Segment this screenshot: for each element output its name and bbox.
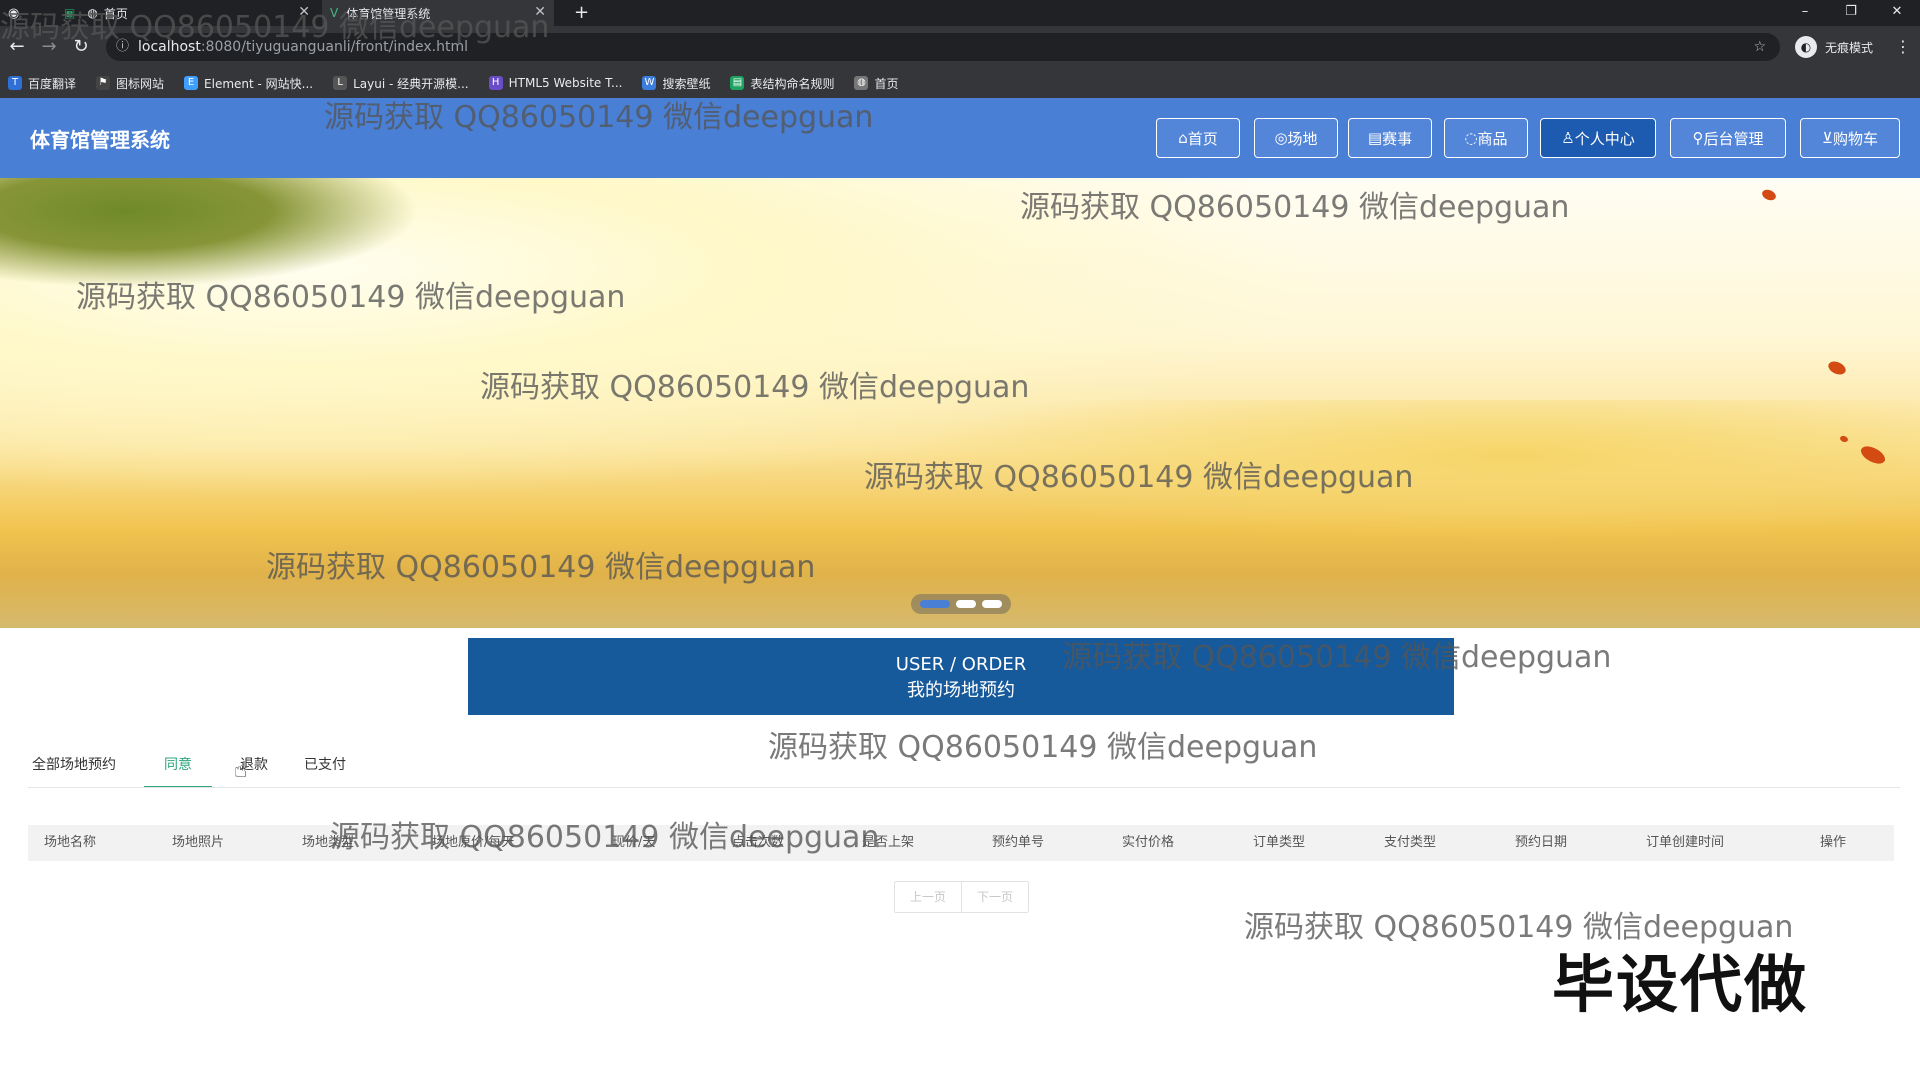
carousel-dot[interactable]: [982, 600, 1002, 608]
site-title: 体育馆管理系统: [30, 128, 170, 152]
nav-goods-button[interactable]: ◌ 商品: [1444, 118, 1528, 158]
nav-label: 后台管理: [1703, 129, 1764, 148]
carousel-dot[interactable]: [956, 600, 976, 608]
venue-icon: ◎: [1274, 129, 1288, 147]
goods-icon: ◌: [1464, 129, 1478, 147]
element-icon: E: [184, 76, 199, 90]
nav-label: 赛事: [1382, 129, 1413, 148]
tab-all-bookings[interactable]: 全部场地预约: [28, 744, 124, 786]
cart-icon: ⊻: [1822, 129, 1833, 147]
nav-cart-button[interactable]: ⊻ 购物车: [1800, 118, 1900, 158]
sheet-icon: ▤: [730, 76, 745, 90]
watermark-text: 源码获取 QQ86050149 微信deepguan: [1062, 640, 1612, 675]
nav-label: 个人中心: [1574, 129, 1635, 148]
watermark-text: 源码获取 QQ86050149 微信deepguan: [330, 820, 880, 855]
user-icon: ♙: [1561, 129, 1575, 147]
incognito-indicator[interactable]: ◐ 无痕模式: [1795, 33, 1873, 61]
wallpaper-icon: W: [642, 76, 657, 90]
minimize-button[interactable]: –: [1782, 0, 1828, 26]
window-controls: – ❐ ✕: [1782, 0, 1920, 26]
nav-label: 场地: [1287, 129, 1318, 148]
new-tab-button[interactable]: +: [574, 2, 589, 23]
nav-home-button[interactable]: ⌂ 首页: [1156, 118, 1240, 158]
nav-venue-button[interactable]: ◎ 场地: [1254, 118, 1338, 158]
bookmark-item[interactable]: H HTML5 Website T...: [488, 76, 623, 90]
bookmark-label: 表结构命名规则: [750, 76, 835, 91]
bookmark-label: 图标网站: [116, 76, 165, 91]
watermark-text: 源码获取 QQ86050149 微信deepguan: [0, 10, 550, 45]
incognito-icon: ◐: [1795, 36, 1817, 58]
watermark-text: 源码获取 QQ86050149 微信deepguan: [266, 550, 816, 585]
tab-approved[interactable]: 同意: [144, 744, 212, 788]
table-column-header: 订单类型: [1253, 835, 1306, 850]
nav-event-button[interactable]: ▤ 赛事: [1348, 118, 1432, 158]
pagination: 上一页 下一页: [894, 881, 1029, 913]
html5-icon: H: [488, 76, 503, 90]
calendar-icon: ▤: [1367, 129, 1383, 147]
bookmark-label: Element - 网站快...: [204, 76, 314, 91]
nav-label: 商品: [1477, 129, 1508, 148]
bookmark-label: 搜索壁纸: [662, 76, 711, 91]
table-column-header: 预约单号: [992, 835, 1045, 850]
link-icon: ⚲: [1692, 129, 1704, 147]
tab-divider: [28, 787, 1900, 788]
table-column-header: 场地名称: [44, 835, 97, 850]
bookmarks-bar: T 百度翻译 ⚑ 图标网站 E Element - 网站快... L Layui - 经…: [0, 68, 1920, 98]
incognito-label: 无痕模式: [1825, 40, 1874, 55]
bookmark-label: Layui - 经典开源模...: [353, 76, 469, 91]
watermark-text: 源码获取 QQ86050149 微信deepguan: [768, 730, 1318, 765]
nav-label: 首页: [1187, 129, 1218, 148]
bookmark-item[interactable]: ▤ 表结构命名规则: [730, 75, 834, 92]
bookmark-label: 百度翻译: [28, 76, 77, 91]
table-column-header: 订单创建时间: [1646, 835, 1725, 850]
browser-menu-icon[interactable]: ⋮: [1895, 33, 1911, 61]
bookmark-icon: T: [8, 76, 22, 90]
bookmark-item[interactable]: ◍ 首页: [854, 75, 899, 92]
bookmark-label: HTML5 Website T...: [508, 76, 623, 90]
bookmark-item[interactable]: L Layui - 经典开源模...: [333, 75, 469, 92]
promo-stamp: 毕设代做: [1552, 948, 1809, 1021]
hand-cursor-icon: ☝: [234, 758, 248, 783]
tab-paid[interactable]: 已支付: [296, 744, 354, 786]
table-column-header: 实付价格: [1122, 835, 1175, 850]
watermark-text: 源码获取 QQ86050149 微信deepguan: [324, 100, 874, 135]
table-column-header: 支付类型: [1384, 835, 1437, 850]
layui-icon: L: [333, 76, 348, 90]
home-icon: ⌂: [1178, 129, 1188, 147]
order-filter-tabs: 全部场地预约 同意 退款 已支付: [28, 744, 374, 788]
nav-label: 购物车: [1832, 129, 1878, 148]
bookmark-item[interactable]: ⚑ 图标网站: [96, 75, 164, 92]
bookmark-star-icon[interactable]: ☆: [1753, 33, 1766, 61]
bookmark-item[interactable]: W 搜索壁纸: [642, 75, 710, 92]
bookmark-item[interactable]: E Element - 网站快...: [184, 75, 313, 92]
carousel-indicators: [911, 594, 1011, 614]
watermark-text: 源码获取 QQ86050149 微信deepguan: [76, 280, 626, 315]
section-title-cn: 我的场地预约: [907, 680, 1015, 701]
table-column-header: 操作: [1820, 835, 1847, 850]
bookmark-label: 首页: [874, 76, 899, 91]
nav-admin-button[interactable]: ⚲ 后台管理: [1670, 118, 1786, 158]
next-page-button[interactable]: 下一页: [962, 882, 1028, 912]
watermark-text: 源码获取 QQ86050149 微信deepguan: [1020, 190, 1570, 225]
watermark-text: 源码获取 QQ86050149 微信deepguan: [480, 370, 1030, 405]
globe-icon: ◍: [854, 76, 869, 90]
prev-page-button[interactable]: 上一页: [895, 882, 962, 912]
table-column-header: 预约日期: [1515, 835, 1568, 850]
table-column-header: 场地照片: [172, 835, 225, 850]
bookmark-item[interactable]: T 百度翻译: [8, 75, 76, 92]
carousel-dot[interactable]: [920, 600, 950, 608]
restore-button[interactable]: ❐: [1828, 0, 1874, 26]
close-window-button[interactable]: ✕: [1874, 0, 1920, 26]
watermark-text: 源码获取 QQ86050149 微信deepguan: [864, 460, 1414, 495]
nav-user-center-button[interactable]: ♙ 个人中心: [1540, 118, 1656, 158]
main-nav: ⌂ 首页 ◎ 场地 ▤ 赛事 ◌ 商品 ♙ 个人中心 ⚲ 后台管理 ⊻ 购物车: [1156, 118, 1900, 160]
flag-icon: ⚑: [96, 76, 111, 90]
